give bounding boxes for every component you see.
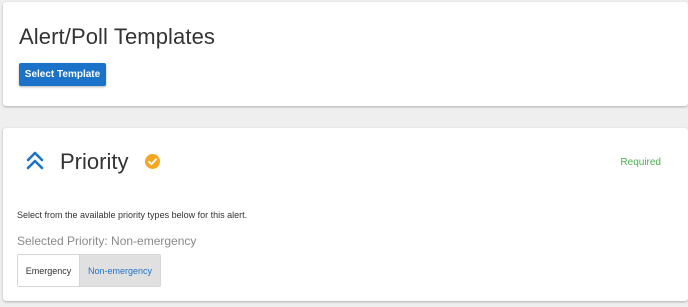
priority-option-non-emergency[interactable]: Non-emergency xyxy=(80,255,160,286)
templates-title: Alert/Poll Templates xyxy=(19,24,216,49)
collapse-section-icon[interactable] xyxy=(25,150,45,172)
check-circle-icon xyxy=(145,154,160,169)
required-label: Required xyxy=(620,157,661,168)
priority-toggle-group: Emergency Non-emergency xyxy=(17,254,161,287)
templates-card: Alert/Poll Templates Select Template xyxy=(3,2,688,106)
select-template-button[interactable]: Select Template xyxy=(19,63,106,86)
priority-instructions: Select from the available priority types… xyxy=(17,210,248,220)
priority-section-title: Priority xyxy=(60,149,129,174)
priority-option-emergency[interactable]: Emergency xyxy=(18,255,80,286)
priority-card: Priority Required Select from the availa… xyxy=(3,128,688,301)
selected-priority-text: Selected Priority: Non-emergency xyxy=(17,234,197,248)
